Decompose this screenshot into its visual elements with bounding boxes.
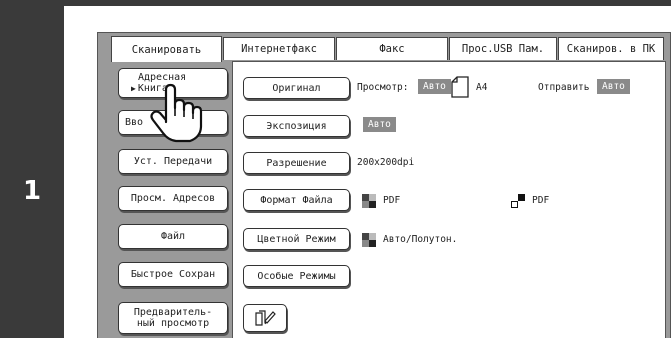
exposure-button[interactable]: Экспозиция [243,115,350,137]
tab-usb-memory[interactable]: Прос.USB Пам. [449,37,557,60]
exposure-label: Экспозиция [266,120,327,132]
step-bar [0,0,64,338]
hand-pointer-icon [150,83,203,143]
transfer-settings-label: Уст. Передачи [133,156,213,167]
resolution-value: 200x200dpi [357,157,415,168]
top-divider [64,0,671,6]
resolution-label: Разрешение [266,157,327,169]
resolution-button[interactable]: Разрешение [243,152,350,174]
file-format-bw-value: PDF [532,195,550,206]
step-number: 1 [22,176,42,206]
original-button[interactable]: Оригинал [243,77,350,99]
tab-fax[interactable]: Факс [336,37,448,60]
file-button[interactable]: Файл [118,224,228,249]
triangle-right-icon: ▶ [131,84,136,93]
preview-button[interactable]: Предваритель- ный просмотр [118,302,228,334]
address-review-label: Просм. Адресов [130,193,216,204]
preview-line1: Предваритель- [133,307,213,318]
special-modes-button[interactable]: Особые Режимы [243,265,350,287]
paper-size: A4 [476,82,488,93]
color-mode-value: Авто/Полутон. [383,234,458,245]
document-edit-button[interactable] [243,304,287,332]
view-value-badge: Авто [418,79,451,94]
tab-internet-fax[interactable]: Интернетфакс [223,37,335,60]
special-modes-label: Особые Режимы [257,270,336,282]
view-label: Просмотр: [357,82,409,93]
tab-scan[interactable]: Сканировать [111,36,222,62]
color-mode-label: Цветной Режим [257,233,336,245]
file-label: Файл [160,231,186,242]
file-format-label: Формат Файла [260,194,333,206]
file-format-button[interactable]: Формат Файла [243,189,350,211]
color-mode-button[interactable]: Цветной Режим [243,228,350,250]
file-format-color-value: PDF [383,195,401,206]
address-review-button[interactable]: Просм. Адресов [118,186,228,211]
quick-save-button[interactable]: Быстрое Сохран [118,262,228,287]
color-mode-mosaic-icon [362,233,376,247]
paper-sheet-icon [451,76,469,98]
send-value-badge: Авто [597,79,630,94]
tab-scan-to-pc[interactable]: Сканиров. в ПК [558,37,664,60]
preview-line2: ный просмотр [136,318,210,329]
original-label: Оригинал [272,82,321,94]
document-pen-icon [255,310,276,326]
transfer-settings-button[interactable]: Уст. Передачи [118,149,228,174]
send-label: Отправить [538,82,590,93]
quick-save-label: Быстрое Сохран [130,269,216,280]
color-mosaic-icon [362,194,376,208]
bw-mosaic-icon [511,194,525,208]
exposure-value-badge: Авто [363,117,396,132]
